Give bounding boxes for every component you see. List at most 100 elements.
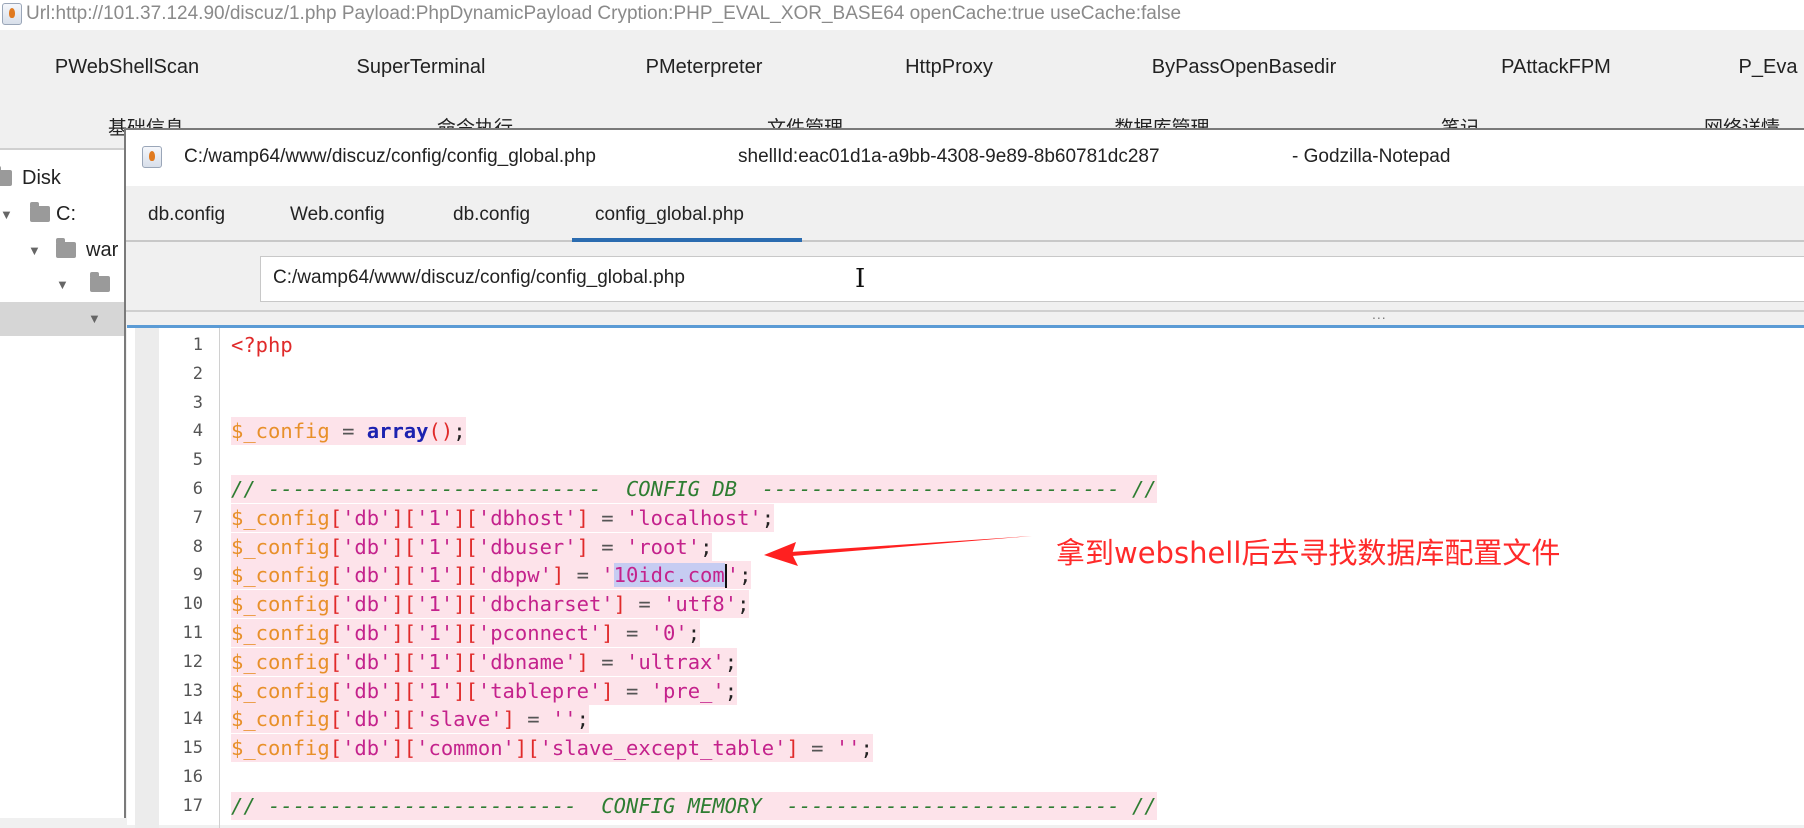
code-token: ; xyxy=(724,678,738,703)
expand-arrow-icon[interactable]: ▼ xyxy=(0,207,13,222)
code-line: $_config['db']['1']['pconnect'] = '0'; xyxy=(231,619,701,647)
code-token: () xyxy=(428,419,454,444)
code-token: [ xyxy=(329,592,343,617)
code-token: 'db' xyxy=(342,621,392,645)
tab-db-config[interactable]: db.config xyxy=(148,204,225,226)
tree-item-wamp[interactable]: ▼ war xyxy=(0,234,130,268)
file-path-field[interactable] xyxy=(260,256,1804,302)
tab-web-config[interactable]: Web.config xyxy=(290,204,385,226)
tree-item-www[interactable]: ▼ xyxy=(0,268,130,302)
code-token: ][ xyxy=(391,592,417,617)
code-token: 'localhost' xyxy=(626,505,762,530)
code-token: $_config xyxy=(231,592,330,617)
folder-icon xyxy=(0,166,12,186)
notepad-app-name: - Godzilla-Notepad xyxy=(1292,146,1451,167)
line-number: 1 xyxy=(192,335,203,355)
code-token: = xyxy=(514,707,552,732)
line-number: 10 xyxy=(182,594,203,615)
code-token: // --------------------------- CONFIG DB… xyxy=(231,477,1157,501)
plugin-pattackfpm[interactable]: PAttackFPM xyxy=(1501,56,1611,79)
code-line: $_config['db']['1']['dbhost'] = 'localho… xyxy=(231,503,775,532)
folder-icon xyxy=(56,238,76,258)
code-token: ][ xyxy=(453,678,478,703)
tree-item-c[interactable]: ▼ C: xyxy=(0,198,130,232)
code-line: $_config['db']['1']['dbname'] = 'ultrax'… xyxy=(231,647,738,676)
app-title-bar: Url:http://101.37.124.90/discuz/1.php Pa… xyxy=(0,0,1804,30)
code-token: ; xyxy=(724,649,738,674)
code-token: ; xyxy=(761,505,775,530)
plugin-pmeterpreter[interactable]: PMeterpreter xyxy=(646,56,763,79)
code-token: 'dbuser' xyxy=(477,534,577,559)
plugin-bypassopenbasedir[interactable]: ByPassOpenBasedir xyxy=(1152,56,1337,79)
tab-db-config-2[interactable]: db.config xyxy=(453,204,530,226)
expand-arrow-icon[interactable]: ▼ xyxy=(28,243,41,258)
tab-config-global-php[interactable]: config_global.php xyxy=(595,204,744,226)
code-token: ; xyxy=(576,707,589,732)
notepad-shell-id: shellId:eac01d1a-a9bb-4308-9e89-8b60781d… xyxy=(738,146,1160,167)
code-token: 'db' xyxy=(342,736,392,761)
code-token: $_config xyxy=(231,707,330,732)
code-token: ] xyxy=(576,505,589,530)
godzilla-notepad-window: C:/wamp64/www/discuz/config/config_globa… xyxy=(124,128,1804,828)
code-editor[interactable]: 1 <?php 2 3 4 $_config = array(); 5 6 // -------… xyxy=(127,325,1804,828)
line-number: 15 xyxy=(182,738,203,759)
plugin-toolbar: PWebShellScan SuperTerminal PMeterpreter… xyxy=(0,30,1804,139)
window-title: Url:http://101.37.124.90/discuz/1.php Pa… xyxy=(26,3,1182,24)
editor-margin xyxy=(135,328,159,828)
code-token: 'db' xyxy=(342,678,392,703)
active-tab-indicator xyxy=(572,238,802,242)
tree-item-disk[interactable]: Disk xyxy=(0,162,130,196)
plugin-httpproxy[interactable]: HttpProxy xyxy=(905,56,993,79)
tree-item-label: war xyxy=(86,239,119,261)
code-token: 'db' xyxy=(342,707,392,732)
notepad-file-path: C:/wamp64/www/discuz/config/config_globa… xyxy=(184,146,596,167)
code-token: = xyxy=(588,649,626,674)
code-token: $_config xyxy=(231,419,330,444)
folder-icon xyxy=(30,202,50,222)
code-token: '1' xyxy=(416,678,454,703)
code-token: 'utf8' xyxy=(663,592,738,617)
code-token: ][ xyxy=(453,592,478,617)
code-token: $_config xyxy=(231,649,330,674)
code-token: '1' xyxy=(416,592,454,617)
code-token: ][ xyxy=(391,563,417,588)
code-token: 'db' xyxy=(342,592,392,617)
expand-arrow-icon[interactable]: ▼ xyxy=(56,277,69,292)
code-line: $_config['db']['1']['dbpw'] = '10idc.com… xyxy=(231,561,752,590)
plugin-pwebshellscan[interactable]: PWebShellScan xyxy=(55,56,199,79)
code-line: // --------------------------- CONFIG DB… xyxy=(231,475,1157,503)
code-token: '' xyxy=(551,707,577,732)
annotation-arrow xyxy=(764,536,1032,566)
code-token: 'tablepre' xyxy=(477,678,602,703)
plugin-peval[interactable]: P_Eva xyxy=(1739,56,1798,79)
code-token: 'db' xyxy=(342,505,392,530)
code-token: ][ xyxy=(453,563,478,588)
plugin-superterminal[interactable]: SuperTerminal xyxy=(357,56,486,79)
line-number: 14 xyxy=(182,709,203,730)
code-token: '1' xyxy=(416,534,454,559)
code-line: $_config['db']['1']['tablepre'] = 'pre_'… xyxy=(231,676,738,705)
code-token: 'dbcharset' xyxy=(477,592,614,617)
code-token: ][ xyxy=(391,678,417,703)
tree-item-label: Disk xyxy=(22,167,61,189)
code-token: <?php xyxy=(231,333,293,357)
file-path-input[interactable] xyxy=(273,267,1173,289)
tree-item-selected[interactable]: ▼ xyxy=(0,302,130,336)
code-token: 'slave_except_table' xyxy=(539,736,787,761)
code-token: = xyxy=(625,592,664,617)
code-token: = xyxy=(613,678,651,703)
code-token: '' xyxy=(835,736,861,761)
expand-arrow-icon[interactable]: ▼ xyxy=(88,311,101,326)
code-token: ] xyxy=(551,563,565,588)
code-token: ][ xyxy=(391,707,417,732)
split-divider[interactable] xyxy=(126,310,1804,312)
code-token: ][ xyxy=(453,621,478,645)
code-token: $_config xyxy=(231,534,330,559)
code-token: = xyxy=(588,505,626,530)
splitter-handle[interactable]: ... xyxy=(1372,306,1387,322)
line-number: 8 xyxy=(192,536,203,557)
line-number: 13 xyxy=(182,680,203,701)
code-token: $_config xyxy=(231,563,330,588)
code-token: ][ xyxy=(391,621,417,645)
code-token: 'db' xyxy=(342,534,392,559)
